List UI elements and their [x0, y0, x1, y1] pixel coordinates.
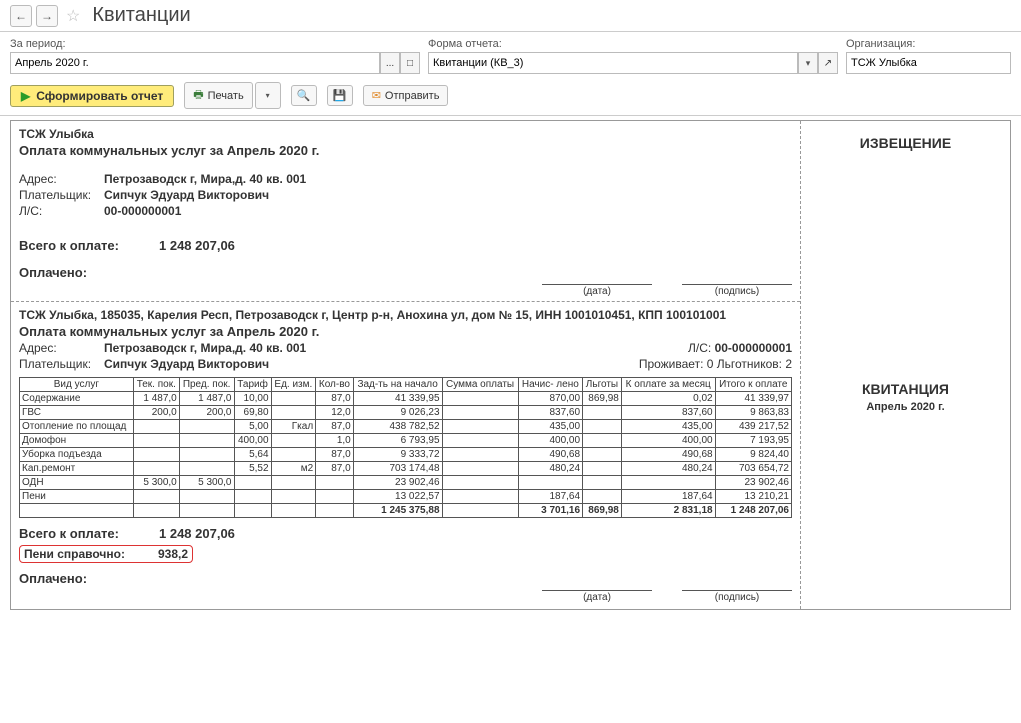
save-icon: 💾 — [333, 89, 347, 102]
table-row: Уборка подъезда5,6487,09 333,72490,68490… — [20, 448, 792, 462]
total-value-b: 1 248 207,06 — [159, 526, 235, 541]
form-label: Форма отчета: — [428, 38, 838, 50]
favorite-icon[interactable]: ☆ — [66, 6, 80, 26]
form-input[interactable] — [428, 52, 798, 74]
period-label: За период: — [10, 38, 420, 50]
services-table: Вид услуг Тек. пок. Пред. пок. Тариф Ед.… — [19, 377, 792, 518]
ls-label-b: Л/С: — [688, 341, 711, 355]
th-debt: Зад-ть на начало — [353, 378, 442, 392]
report-container: ТСЖ Улыбка Оплата коммунальных услуг за … — [10, 120, 1011, 610]
ls-label: Л/С: — [19, 204, 104, 218]
th-cur: Тек. пок. — [133, 378, 179, 392]
org-full: ТСЖ Улыбка, 185035, Карелия Респ, Петроз… — [19, 308, 792, 322]
table-total-row: 1 245 375,883 701,16869,982 831,181 248 … — [20, 504, 792, 518]
notice-title: ИЗВЕЩЕНИЕ — [807, 135, 1004, 151]
envelope-icon: ✉ — [372, 89, 381, 102]
th-tariff: Тариф — [234, 378, 271, 392]
form-dropdown-button[interactable]: ▾ — [798, 52, 818, 74]
table-row: Отопление по площад5,00Гкал87,0438 782,5… — [20, 420, 792, 434]
heading-top: Оплата коммунальных услуг за Апрель 2020… — [19, 143, 792, 158]
th-acc: Начис- лено — [518, 378, 582, 392]
print-dropdown-button[interactable]: ▾ — [255, 82, 281, 109]
print-label: Печать — [208, 90, 244, 102]
table-row: ГВС200,0200,069,8012,09 026,23837,60837,… — [20, 406, 792, 420]
table-row: Пени13 022,57187,64187,6413 210,21 — [20, 490, 792, 504]
total-value-top: 1 248 207,06 — [159, 238, 235, 253]
th-unit: Ед. изм. — [271, 378, 316, 392]
peni-box: Пени справочно:938,2 — [19, 545, 193, 563]
addr-label: Адрес: — [19, 172, 104, 186]
run-report-label: Сформировать отчет — [36, 89, 163, 103]
payer-value: Сипчук Эдуард Викторович — [104, 188, 269, 202]
th-prev: Пред. пок. — [179, 378, 234, 392]
addr-value: Петрозаводск г, Мира,д. 40 кв. 001 — [104, 172, 306, 186]
print-button[interactable]: 🖶 Печать — [184, 82, 252, 109]
heading-bottom: Оплата коммунальных услуг за Апрель 2020… — [19, 324, 792, 339]
org-label: Организация: — [846, 38, 1011, 50]
run-report-button[interactable]: ▶ Сформировать отчет — [10, 85, 174, 107]
table-row: Содержание1 487,01 487,010,0087,041 339,… — [20, 392, 792, 406]
send-button[interactable]: ✉ Отправить — [363, 85, 449, 106]
receipt-period: Апрель 2020 г. — [807, 401, 1004, 413]
ls-value: 00-000000001 — [104, 204, 181, 218]
back-button[interactable]: ← — [10, 5, 32, 27]
th-qty: Кол-во — [316, 378, 354, 392]
th-sum: Сумма оплаты — [442, 378, 518, 392]
period-input[interactable] — [10, 52, 380, 74]
table-row: Кап.ремонт5,52м287,0703 174,48480,24480,… — [20, 462, 792, 476]
total-label-top: Всего к оплате: — [19, 238, 159, 253]
payer-value-b: Сипчук Эдуард Викторович — [104, 357, 269, 371]
page-title: Квитанции — [92, 4, 190, 27]
living-info: Проживает: 0 Льготников: 2 — [639, 357, 792, 371]
date-sigline-b: (дата) — [542, 590, 652, 603]
sign-sigline-b: (подпись) — [682, 590, 792, 603]
table-row: Домофон400,001,06 793,95400,00400,007 19… — [20, 434, 792, 448]
addr-label-b: Адрес: — [19, 341, 104, 355]
org-input[interactable] — [846, 52, 1011, 74]
peni-value: 938,2 — [158, 547, 188, 561]
forward-button[interactable]: → — [36, 5, 58, 27]
preview-button[interactable]: 🔍 — [291, 85, 317, 106]
org-name: ТСЖ Улыбка — [19, 127, 792, 141]
paid-label-b: Оплачено: — [19, 571, 792, 586]
receipt-title: КВИТАНЦИЯ — [807, 381, 1004, 397]
total-label-b: Всего к оплате: — [19, 526, 159, 541]
save-button[interactable]: 💾 — [327, 85, 353, 106]
payer-label: Плательщик: — [19, 188, 104, 202]
payer-label-b: Плательщик: — [19, 357, 104, 371]
addr-value-b: Петрозаводск г, Мира,д. 40 кв. 001 — [104, 341, 306, 355]
th-lgot: Льготы — [583, 378, 622, 392]
play-icon: ▶ — [21, 89, 30, 103]
form-open-button[interactable]: ↗ — [818, 52, 838, 74]
period-picker-button[interactable]: ... — [380, 52, 400, 74]
th-service: Вид услуг — [20, 378, 134, 392]
peni-label: Пени справочно: — [24, 547, 158, 561]
table-row: ОДН5 300,05 300,023 902,4623 902,46 — [20, 476, 792, 490]
ls-value-b: 00-000000001 — [715, 341, 792, 355]
paid-label-top: Оплачено: — [19, 265, 792, 280]
period-clear-button[interactable]: □ — [400, 52, 420, 74]
printer-icon: 🖶 — [193, 86, 203, 105]
send-label: Отправить — [385, 90, 440, 102]
date-sigline-top: (дата) — [542, 284, 652, 297]
th-permonth: К оплате за месяц — [621, 378, 715, 392]
th-total: Итого к оплате — [715, 378, 791, 392]
sign-sigline-top: (подпись) — [682, 284, 792, 297]
magnifier-icon: 🔍 — [297, 89, 311, 102]
